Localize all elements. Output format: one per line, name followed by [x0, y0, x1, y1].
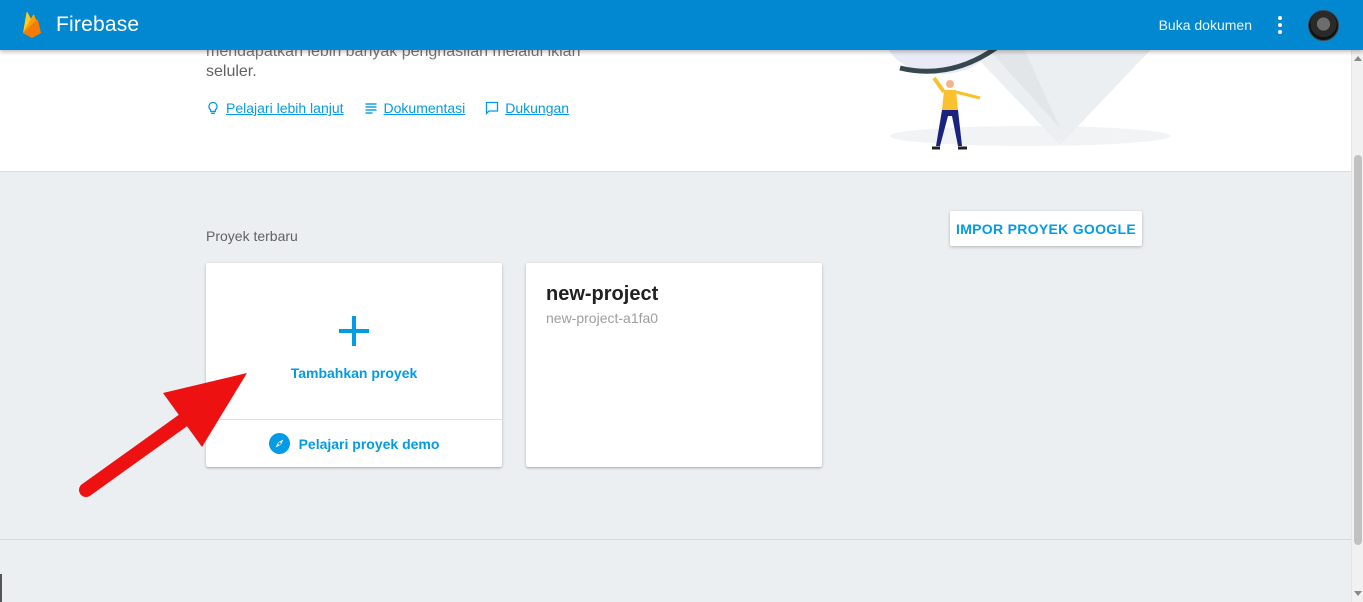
- demo-project-label: Pelajari proyek demo: [298, 435, 440, 452]
- more-vert-icon[interactable]: [1270, 13, 1290, 37]
- docs-link[interactable]: Buka dokumen: [1159, 17, 1252, 33]
- documentation-label: Dokumentasi: [383, 100, 466, 116]
- hero-text: seluler.: [206, 63, 257, 80]
- app-bar: Firebase Buka dokumen: [0, 0, 1363, 50]
- document-icon: [365, 103, 377, 114]
- add-project-area[interactable]: Tambahkan proyek: [206, 263, 502, 419]
- hero-illustration: [888, 50, 1170, 150]
- scroll-up-icon[interactable]: [1354, 56, 1362, 61]
- support-label: Dukungan: [505, 100, 570, 116]
- project-id: new-project-a1fa0: [546, 310, 659, 326]
- lightbulb-icon: [208, 101, 218, 114]
- brand-title[interactable]: Firebase: [56, 13, 139, 37]
- user-avatar[interactable]: [1308, 10, 1339, 41]
- section-divider: [0, 539, 1351, 540]
- recent-projects-heading: Proyek terbaru: [206, 228, 298, 244]
- chat-icon: [486, 101, 499, 115]
- project-name: new-project: [546, 283, 659, 305]
- scroll-thumb[interactable]: [1354, 155, 1362, 545]
- add-project-label: Tambahkan proyek: [290, 365, 418, 381]
- vertical-scrollbar[interactable]: [1351, 50, 1363, 602]
- compass-icon: [268, 433, 290, 454]
- project-card[interactable]: new-project new-project-a1fa0: [526, 263, 822, 467]
- add-project-card[interactable]: Tambahkan proyek Pelajari proyek demo: [206, 263, 502, 467]
- plus-icon: [339, 316, 369, 346]
- learn-more-link[interactable]: Pelajari lebih lanjut: [206, 100, 344, 116]
- documentation-link[interactable]: Dokumentasi: [364, 100, 466, 116]
- hero-section: mendapatkan lebih banyak penghasilan mel…: [0, 50, 1351, 172]
- scroll-down-icon[interactable]: [1354, 591, 1362, 596]
- learn-more-label: Pelajari lebih lanjut: [226, 100, 344, 116]
- window-edge-mark: [0, 574, 2, 602]
- hero-links: Pelajari lebih lanjut Dokumentasi Dukung…: [206, 100, 569, 116]
- hero-text-cut: mendapatkan lebih banyak penghasilan mel…: [206, 50, 581, 60]
- support-link[interactable]: Dukungan: [485, 100, 569, 116]
- demo-project-link[interactable]: Pelajari proyek demo: [206, 420, 502, 467]
- firebase-logo-icon[interactable]: [22, 11, 42, 39]
- import-google-project-button[interactable]: IMPOR PROYEK GOOGLE: [950, 211, 1142, 246]
